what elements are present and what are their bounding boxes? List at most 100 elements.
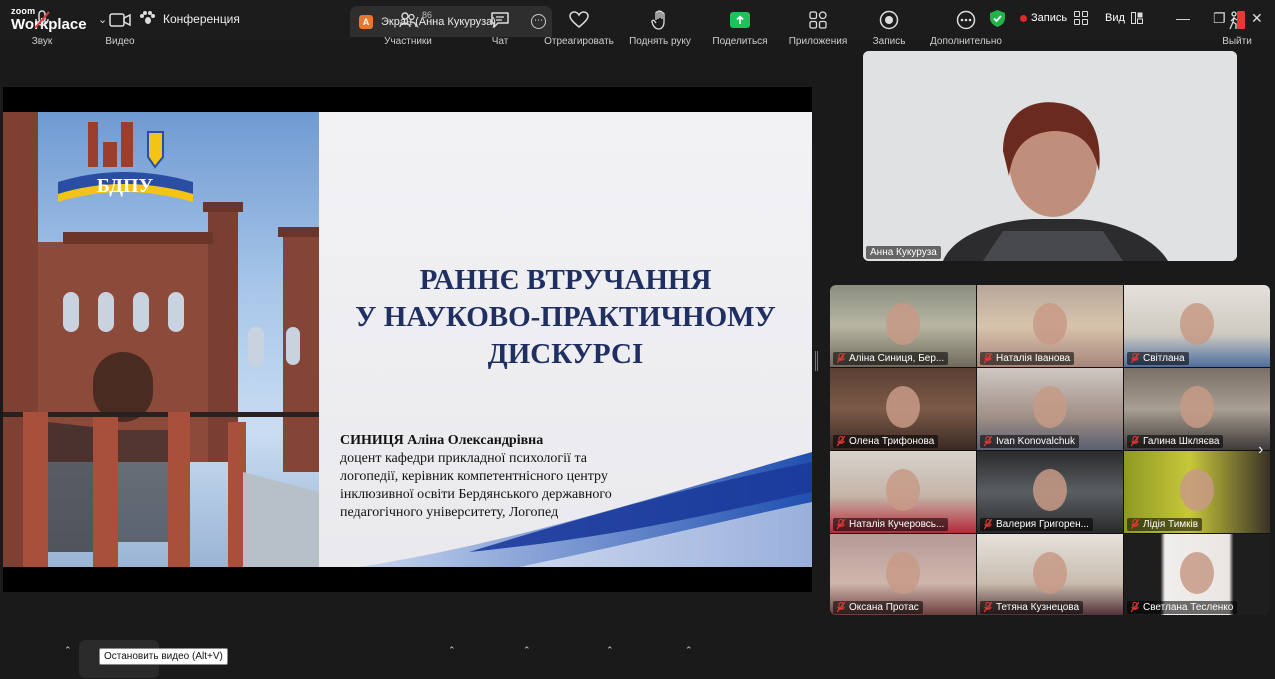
- participant-tile[interactable]: Наталія Іванова: [977, 285, 1123, 367]
- participants-icon: [399, 12, 417, 28]
- microphone-muted-icon: [984, 602, 992, 613]
- microphone-muted-icon: [1131, 519, 1139, 530]
- participant-video: [886, 386, 920, 428]
- apps-button[interactable]: Приложения: [786, 9, 850, 47]
- participant-video: [1033, 303, 1067, 345]
- shared-screen[interactable]: БДПУ РАННЄ ВТРУЧАННЯ У НАУКОВО-ПРАКТИЧНО…: [3, 87, 812, 592]
- participant-name: Лідія Тимків: [1143, 519, 1199, 530]
- apps-icon: [809, 11, 827, 29]
- react-label: Отреагировать: [544, 36, 614, 47]
- raise-hand-label: Поднять руку: [629, 36, 691, 47]
- participant-name-tag: Наталія Іванова: [980, 352, 1075, 365]
- record-icon: [879, 10, 899, 30]
- react-button[interactable]: Отреагировать: [543, 9, 615, 47]
- participants-options-caret-icon[interactable]: ⌃: [448, 645, 456, 656]
- slide-author-block: СИНИЦЯ Аліна Олександрівна доцент кафедр…: [340, 432, 612, 522]
- participant-name: Наталія Кучеровсь...: [849, 519, 945, 530]
- speaker-video-frame: [863, 51, 1237, 261]
- participants-button[interactable]: 86 Участники: [378, 9, 438, 47]
- video-tooltip: Остановить видео (Alt+V): [99, 648, 228, 665]
- more-icon: [956, 10, 976, 30]
- participant-name-tag: Тетяна Кузнецова: [980, 601, 1084, 614]
- participant-tile[interactable]: Наталія Кучеровсь...: [830, 451, 976, 533]
- participant-video: [886, 552, 920, 594]
- chat-label: Чат: [491, 36, 509, 47]
- heart-icon: [569, 11, 589, 28]
- raise-hand-options-caret-icon[interactable]: ⌃: [685, 645, 693, 656]
- record-button[interactable]: Запись: [869, 9, 909, 47]
- conference-button[interactable]: Конференция: [140, 11, 240, 26]
- participant-tile[interactable]: Аліна Синиця, Бер...: [830, 285, 976, 367]
- audio-options-caret-icon[interactable]: ⌃: [64, 645, 72, 656]
- participant-video: [1180, 386, 1214, 428]
- participant-name-tag: Аліна Синиця, Бер...: [833, 352, 949, 365]
- record-label: Запись: [872, 36, 906, 47]
- participant-gallery: Аліна Синиця, Бер... Наталія Іванова Світл…: [830, 285, 1270, 615]
- microphone-muted-icon: [1131, 436, 1139, 447]
- slide-title: РАННЄ ВТРУЧАННЯ У НАУКОВО-ПРАКТИЧНОМУ ДИ…: [319, 262, 812, 373]
- slide-title-line: У НАУКОВО-ПРАКТИЧНОМУ: [355, 301, 776, 333]
- microphone-muted-icon: [984, 353, 992, 364]
- microphone-muted-icon: [34, 10, 50, 29]
- participant-tile[interactable]: Валерия Григорен...: [977, 451, 1123, 533]
- participant-name-tag: Галина Шкляєва: [1127, 435, 1224, 448]
- video-button[interactable]: Видео: [95, 9, 145, 47]
- microphone-muted-icon: [1131, 353, 1139, 364]
- participant-tile[interactable]: Лідія Тимків: [1124, 451, 1270, 533]
- participants-count: 86: [422, 10, 433, 20]
- logo-text: БДПУ: [97, 175, 154, 197]
- gallery-grid-icon[interactable]: [1074, 11, 1088, 25]
- participant-name-tag: Світлана: [1127, 352, 1189, 365]
- more-button[interactable]: Дополнительно: [927, 9, 1005, 47]
- share-button[interactable]: Поделиться: [711, 9, 769, 47]
- recording-indicator[interactable]: Запись: [1020, 12, 1067, 24]
- participant-name: Валерия Григорен...: [996, 519, 1089, 530]
- participant-video: [1033, 552, 1067, 594]
- author-line: доцент кафедри прикладної психології та: [340, 451, 587, 466]
- author-line: інклюзивної освіти Бердянського державно…: [340, 487, 612, 502]
- participant-video: [886, 303, 920, 345]
- minimize-icon[interactable]: —: [1176, 10, 1190, 26]
- recording-label: Запись: [1031, 12, 1068, 24]
- participant-name: Светлана Тесленко: [1143, 602, 1234, 613]
- participant-name: Оксана Протас: [849, 602, 919, 613]
- participant-name-tag: Наталія Кучеровсь...: [833, 518, 949, 531]
- view-layout-icon: [1130, 12, 1143, 24]
- participant-name: Ivan Konovalchuk: [996, 436, 1075, 447]
- chat-options-caret-icon[interactable]: ⌃: [523, 645, 531, 656]
- participant-tile[interactable]: Оксана Протас: [830, 534, 976, 615]
- leave-label: Выйти: [1222, 36, 1252, 47]
- participant-video: [886, 469, 920, 511]
- resize-handle[interactable]: [815, 351, 818, 371]
- microphone-muted-icon: [837, 436, 845, 447]
- author-line: логопедії, керівник компетентнісного цен…: [340, 469, 608, 484]
- author-line: педагогічного університету, Логопед: [340, 505, 559, 520]
- chevron-right-icon[interactable]: ›: [1258, 441, 1263, 459]
- slide-title-line: РАННЄ ВТРУЧАННЯ: [419, 264, 712, 296]
- conference-label: Конференция: [163, 11, 240, 26]
- raise-hand-button[interactable]: Поднять руку: [628, 9, 692, 47]
- microphone-muted-icon: [837, 519, 845, 530]
- participant-tile[interactable]: Світлана: [1124, 285, 1270, 367]
- leave-button[interactable]: Выйти: [1219, 9, 1255, 47]
- chat-button[interactable]: Чат: [484, 9, 516, 47]
- university-building-photo: БДПУ: [3, 112, 319, 567]
- react-options-caret-icon[interactable]: ⌃: [606, 645, 614, 656]
- microphone-muted-icon: [984, 519, 992, 530]
- participant-tile[interactable]: Ivan Konovalchuk: [977, 368, 1123, 450]
- participant-tile[interactable]: Светлана Тесленко: [1124, 534, 1270, 615]
- tab-avatar: A: [359, 14, 373, 29]
- participant-tile[interactable]: Тетяна Кузнецова: [977, 534, 1123, 615]
- participant-tile[interactable]: Галина Шкляєва: [1124, 368, 1270, 450]
- view-button[interactable]: Вид: [1105, 12, 1143, 24]
- leave-icon: [1229, 11, 1245, 30]
- participant-tile[interactable]: Олена Трифонова: [830, 368, 976, 450]
- view-label: Вид: [1105, 12, 1125, 24]
- microphone-muted-icon: [837, 353, 845, 364]
- participant-name-tag: Ivan Konovalchuk: [980, 435, 1079, 448]
- audio-button[interactable]: Звук: [22, 9, 62, 47]
- raise-hand-icon: [651, 10, 665, 30]
- speaker-name-tag: Анна Кукуруза: [866, 246, 941, 259]
- slide-title-line: ДИСКУРСІ: [487, 338, 644, 370]
- active-speaker-video[interactable]: Анна Кукуруза: [863, 51, 1237, 261]
